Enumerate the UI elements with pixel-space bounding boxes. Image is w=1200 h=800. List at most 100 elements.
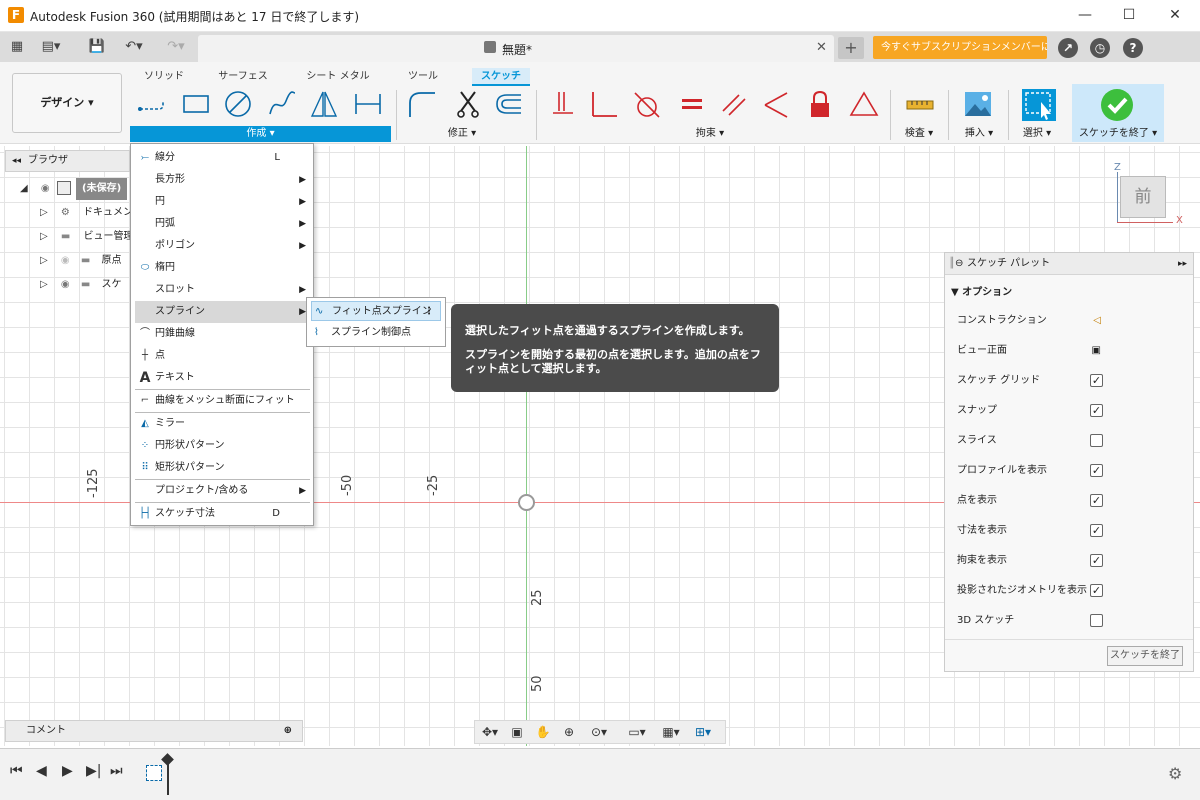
tab-sketch[interactable]: スケッチ xyxy=(472,68,530,86)
browser-item-origin[interactable]: ▷ ◉ ▬ 原点 xyxy=(40,250,121,272)
palette-row-show-points[interactable]: 点を表示 ✓ xyxy=(957,486,1187,516)
look-at-icon[interactable]: ▣ xyxy=(1092,336,1101,366)
tab-sheet-metal[interactable]: シート メタル xyxy=(300,68,376,86)
submenu-control-point-spline[interactable]: ⌇ スプライン制御点 xyxy=(311,323,441,343)
measure-ruler-icon[interactable] xyxy=(904,88,936,120)
workspace-dropdown[interactable]: デザイン ▾ xyxy=(12,73,122,133)
menu-item-line[interactable]: ⤚ 線分 L xyxy=(135,147,310,169)
sketch-grid-checkbox[interactable]: ✓ xyxy=(1090,374,1103,387)
timeline-settings-gear-icon[interactable]: ⚙ xyxy=(1168,764,1182,783)
pan-hand-icon[interactable]: ✋ xyxy=(535,724,551,740)
clock-icon[interactable]: ◷ xyxy=(1090,38,1110,58)
inspect-group-button[interactable]: 検査 ▾ xyxy=(896,126,942,142)
menu-item-rectangular-pattern[interactable]: ⠿ 矩形状パターン xyxy=(135,457,310,479)
menu-item-spline[interactable]: スプライン ▶ xyxy=(135,301,310,323)
help-icon[interactable]: ? xyxy=(1123,38,1143,58)
palette-row-sketch-grid[interactable]: スケッチ グリッド ✓ xyxy=(957,366,1187,396)
equal-icon[interactable] xyxy=(676,88,708,120)
minimize-button[interactable]: — xyxy=(1062,0,1108,32)
coincident-icon[interactable] xyxy=(546,88,578,120)
menu-item-fit-curve-mesh[interactable]: ⌐ 曲線をメッシュ断面にフィット xyxy=(135,390,310,412)
angle-icon[interactable] xyxy=(760,88,792,120)
new-tab-button[interactable]: + xyxy=(838,37,864,59)
expand-arrows-icon[interactable]: ▸▸ xyxy=(1178,253,1187,275)
spline-icon[interactable] xyxy=(266,88,298,120)
grid-settings-icon[interactable]: ▦▾ xyxy=(659,724,683,740)
tab-solid[interactable]: ソリッド xyxy=(136,68,192,86)
sketch-feature-icon[interactable] xyxy=(146,765,162,781)
3d-sketch-checkbox[interactable] xyxy=(1090,614,1103,627)
eye-icon[interactable]: ◉ xyxy=(41,183,50,194)
palette-row-show-dimensions[interactable]: 寸法を表示 ✓ xyxy=(957,516,1187,546)
palette-row-3d-sketch[interactable]: 3D スケッチ xyxy=(957,606,1187,636)
redo-icon[interactable]: ↷▾ xyxy=(160,38,192,56)
expand-triangle-icon[interactable]: ▷ xyxy=(40,231,48,242)
menu-item-mirror[interactable]: ◭ ミラー xyxy=(135,413,310,435)
subscribe-button[interactable]: 今すぐサブスクリプションメンバーに... xyxy=(873,36,1047,59)
palette-row-construction[interactable]: コンストラクション ◁ xyxy=(957,306,1187,336)
finish-sketch-button[interactable]: スケッチを終了 ▾ xyxy=(1072,126,1164,142)
tab-surface[interactable]: サーフェス xyxy=(212,68,274,86)
tangent-icon[interactable] xyxy=(630,88,662,120)
modify-group-button[interactable]: 修正 ▾ xyxy=(400,126,524,142)
line-icon[interactable] xyxy=(136,88,168,120)
palette-row-show-profile[interactable]: プロファイルを表示 ✓ xyxy=(957,456,1187,486)
finish-sketch-check-icon[interactable] xyxy=(1100,88,1134,122)
close-button[interactable]: ✕ xyxy=(1152,0,1198,32)
document-tab[interactable]: 無題* ✕ xyxy=(198,35,834,62)
look-at-icon[interactable]: ▣ xyxy=(509,724,525,740)
triangle-constraint-icon[interactable] xyxy=(848,88,880,120)
menu-item-ellipse[interactable]: ⬭ 楕円 xyxy=(135,257,310,279)
show-points-checkbox[interactable]: ✓ xyxy=(1090,494,1103,507)
fillet-icon[interactable] xyxy=(406,88,438,120)
snap-checkbox[interactable]: ✓ xyxy=(1090,404,1103,417)
step-back-icon[interactable]: ◀ xyxy=(36,763,47,779)
browser-header[interactable]: ◂◂ ブラウザ xyxy=(5,150,130,172)
menu-item-project-include[interactable]: プロジェクト/含める ▶ xyxy=(135,480,310,502)
palette-row-look-at[interactable]: ビュー正面 ▣ xyxy=(957,336,1187,366)
show-dimensions-checkbox[interactable]: ✓ xyxy=(1090,524,1103,537)
menu-item-rectangle[interactable]: 長方形 ▶ xyxy=(135,169,310,191)
menu-item-circle[interactable]: 円 ▶ xyxy=(135,191,310,213)
show-profile-checkbox[interactable]: ✓ xyxy=(1090,464,1103,477)
insert-image-icon[interactable] xyxy=(962,88,994,120)
offset-icon[interactable] xyxy=(492,88,524,120)
insert-group-button[interactable]: 挿入 ▾ xyxy=(956,126,1002,142)
parallel-icon[interactable] xyxy=(718,88,750,120)
menu-item-point[interactable]: ┼ 点 xyxy=(135,345,310,367)
fix-lock-icon[interactable] xyxy=(804,88,836,120)
play-icon[interactable]: ▶ xyxy=(62,763,73,779)
palette-finish-sketch-button[interactable]: スケッチを終了 xyxy=(1107,646,1183,666)
browser-item-views[interactable]: ▷ ▬ ビュー管理 xyxy=(40,226,134,248)
collapse-triangle-icon[interactable]: ◢ xyxy=(20,183,28,194)
circle-icon[interactable] xyxy=(222,88,254,120)
browser-item-document[interactable]: ▷ ⚙ ドキュメン xyxy=(40,202,133,224)
mirror-icon[interactable] xyxy=(308,88,340,120)
browser-item-sketches[interactable]: ▷ ◉ ▬ スケ xyxy=(40,274,121,296)
palette-row-show-projected[interactable]: 投影されたジオメトリを表示 ✓ xyxy=(957,576,1187,606)
close-tab-icon[interactable]: ✕ xyxy=(816,40,827,55)
create-group-button[interactable]: 作成 ▾ xyxy=(130,126,391,142)
submenu-fit-point-spline[interactable]: ∿ フィット点スプライン ⋮ xyxy=(311,301,441,321)
select-icon[interactable] xyxy=(1020,88,1058,122)
go-to-start-icon[interactable]: ⏮ xyxy=(10,763,23,779)
slice-checkbox[interactable] xyxy=(1090,434,1103,447)
select-group-button[interactable]: 選択 ▾ xyxy=(1014,126,1060,142)
orbit-icon[interactable]: ✥▾ xyxy=(479,724,501,740)
palette-header[interactable]: ║ ⊖ スケッチ パレット ▸▸ xyxy=(945,253,1193,275)
app-grid-icon[interactable]: ▦ xyxy=(6,38,28,56)
save-icon[interactable]: 💾 xyxy=(86,38,108,56)
menu-item-circular-pattern[interactable]: ⁘ 円形状パターン xyxy=(135,435,310,457)
eye-icon[interactable]: ◉ xyxy=(61,279,70,290)
zoom-icon[interactable]: ⊕ xyxy=(561,724,577,740)
comment-panel[interactable]: コメント ⊕ xyxy=(5,720,303,742)
undo-icon[interactable]: ↶▾ xyxy=(118,38,150,56)
expand-triangle-icon[interactable]: ▷ xyxy=(40,255,48,266)
rectangle-icon[interactable] xyxy=(180,88,212,120)
palette-row-slice[interactable]: スライス xyxy=(957,426,1187,456)
show-constraints-checkbox[interactable]: ✓ xyxy=(1090,554,1103,567)
go-to-end-icon[interactable]: ⏭ xyxy=(110,763,123,779)
menu-item-conic[interactable]: ⌒ 円錐曲線 xyxy=(135,323,310,345)
palette-row-show-constraints[interactable]: 拘束を表示 ✓ xyxy=(957,546,1187,576)
eye-hidden-icon[interactable]: ◉ xyxy=(61,255,70,266)
